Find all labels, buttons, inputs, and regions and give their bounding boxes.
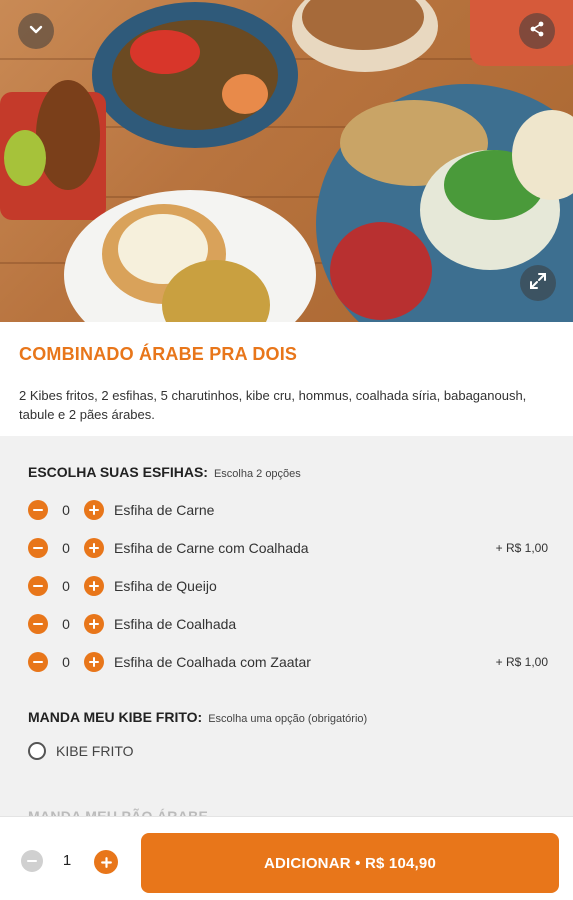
product-description: 2 Kibes fritos, 2 esfihas, 5 charutinhos… (19, 388, 527, 422)
minus-icon (27, 860, 37, 862)
lime (4, 130, 46, 186)
plus-icon (89, 619, 99, 629)
radio-button[interactable] (28, 742, 46, 760)
minus-icon (33, 509, 43, 511)
share-button[interactable] (519, 13, 555, 49)
increase-quantity-button[interactable] (94, 850, 118, 874)
plus-icon (100, 856, 112, 868)
add-to-cart-button[interactable]: ADICIONAR • R$ 104,90 (141, 833, 559, 893)
radio-label: KIBE FRITO (56, 743, 134, 759)
option-row: 0 Esfiha de Carne (28, 497, 548, 523)
quantity-value: 1 (62, 852, 72, 869)
option-price: + R$ 1,00 (495, 655, 548, 669)
option-name: Esfiha de Coalhada com Zaatar (114, 654, 311, 670)
collapse-button[interactable] (18, 13, 54, 49)
decrease-quantity-button[interactable] (21, 850, 43, 872)
footer-bar: 1 ADICIONAR • R$ 104,90 (0, 816, 573, 900)
kibe-group-title: MANDA MEU KIBE FRITO: Escolha uma opção (… (28, 709, 367, 725)
options-panel: ESCOLHA SUAS ESFIHAS: Escolha 2 opções 0 … (0, 436, 573, 824)
minus-icon (33, 623, 43, 625)
option-name: Esfiha de Carne (114, 502, 215, 518)
option-qty: 0 (62, 616, 70, 632)
minus-icon (33, 547, 43, 549)
product-photo (0, 0, 573, 322)
option-row: 0 Esfiha de Queijo (28, 573, 548, 599)
kibe-option[interactable]: KIBE FRITO (28, 742, 134, 760)
option-name: Esfiha de Coalhada (114, 616, 237, 632)
plus-icon (89, 581, 99, 591)
product-info: COMBINADO ÁRABE PRA DOIS 2 Kibes fritos,… (0, 322, 573, 436)
option-row: 0 Esfiha de Coalhada (28, 611, 548, 637)
option-qty: 0 (62, 578, 70, 594)
option-name: Esfiha de Queijo (114, 578, 217, 594)
decrement-button[interactable] (28, 652, 48, 672)
increment-button[interactable] (84, 500, 104, 520)
kibe-cru (330, 222, 432, 320)
increment-button[interactable] (84, 538, 104, 558)
plus-icon (89, 657, 99, 667)
kibe-hint: Escolha uma opção (obrigatório) (208, 713, 368, 725)
tomato (130, 30, 200, 74)
plus-icon (89, 543, 99, 553)
option-price: + R$ 1,00 (495, 541, 548, 555)
product-title: COMBINADO ÁRABE PRA DOIS (19, 344, 298, 364)
expand-image-button[interactable] (520, 265, 556, 301)
option-row: 0 Esfiha de Carne com Coalhada + R$ 1,00 (28, 535, 548, 561)
increment-button[interactable] (84, 614, 104, 634)
kibe-title: MANDA MEU KIBE FRITO: (28, 709, 203, 725)
option-qty: 0 (62, 502, 70, 518)
chevron-down-icon (26, 19, 46, 44)
decrement-button[interactable] (28, 500, 48, 520)
minus-icon (33, 585, 43, 587)
esfihas-title: ESCOLHA SUAS ESFIHAS: (28, 464, 208, 480)
minus-icon (33, 661, 43, 663)
decrement-button[interactable] (28, 538, 48, 558)
carrot (222, 74, 268, 114)
decrement-button[interactable] (28, 576, 48, 596)
increment-button[interactable] (84, 652, 104, 672)
share-icon (527, 19, 547, 44)
option-qty: 0 (62, 654, 70, 670)
kibe (36, 80, 100, 190)
decrement-button[interactable] (28, 614, 48, 634)
option-name: Esfiha de Carne com Coalhada (114, 540, 309, 556)
increment-button[interactable] (84, 576, 104, 596)
plus-icon (89, 505, 99, 515)
option-qty: 0 (62, 540, 70, 556)
option-row: 0 Esfiha de Coalhada com Zaatar + R$ 1,0… (28, 649, 548, 675)
esfihas-hint: Escolha 2 opções (213, 468, 301, 480)
expand-icon (528, 271, 548, 296)
esfihas-group-title: ESCOLHA SUAS ESFIHAS: Escolha 2 opções (28, 464, 301, 480)
